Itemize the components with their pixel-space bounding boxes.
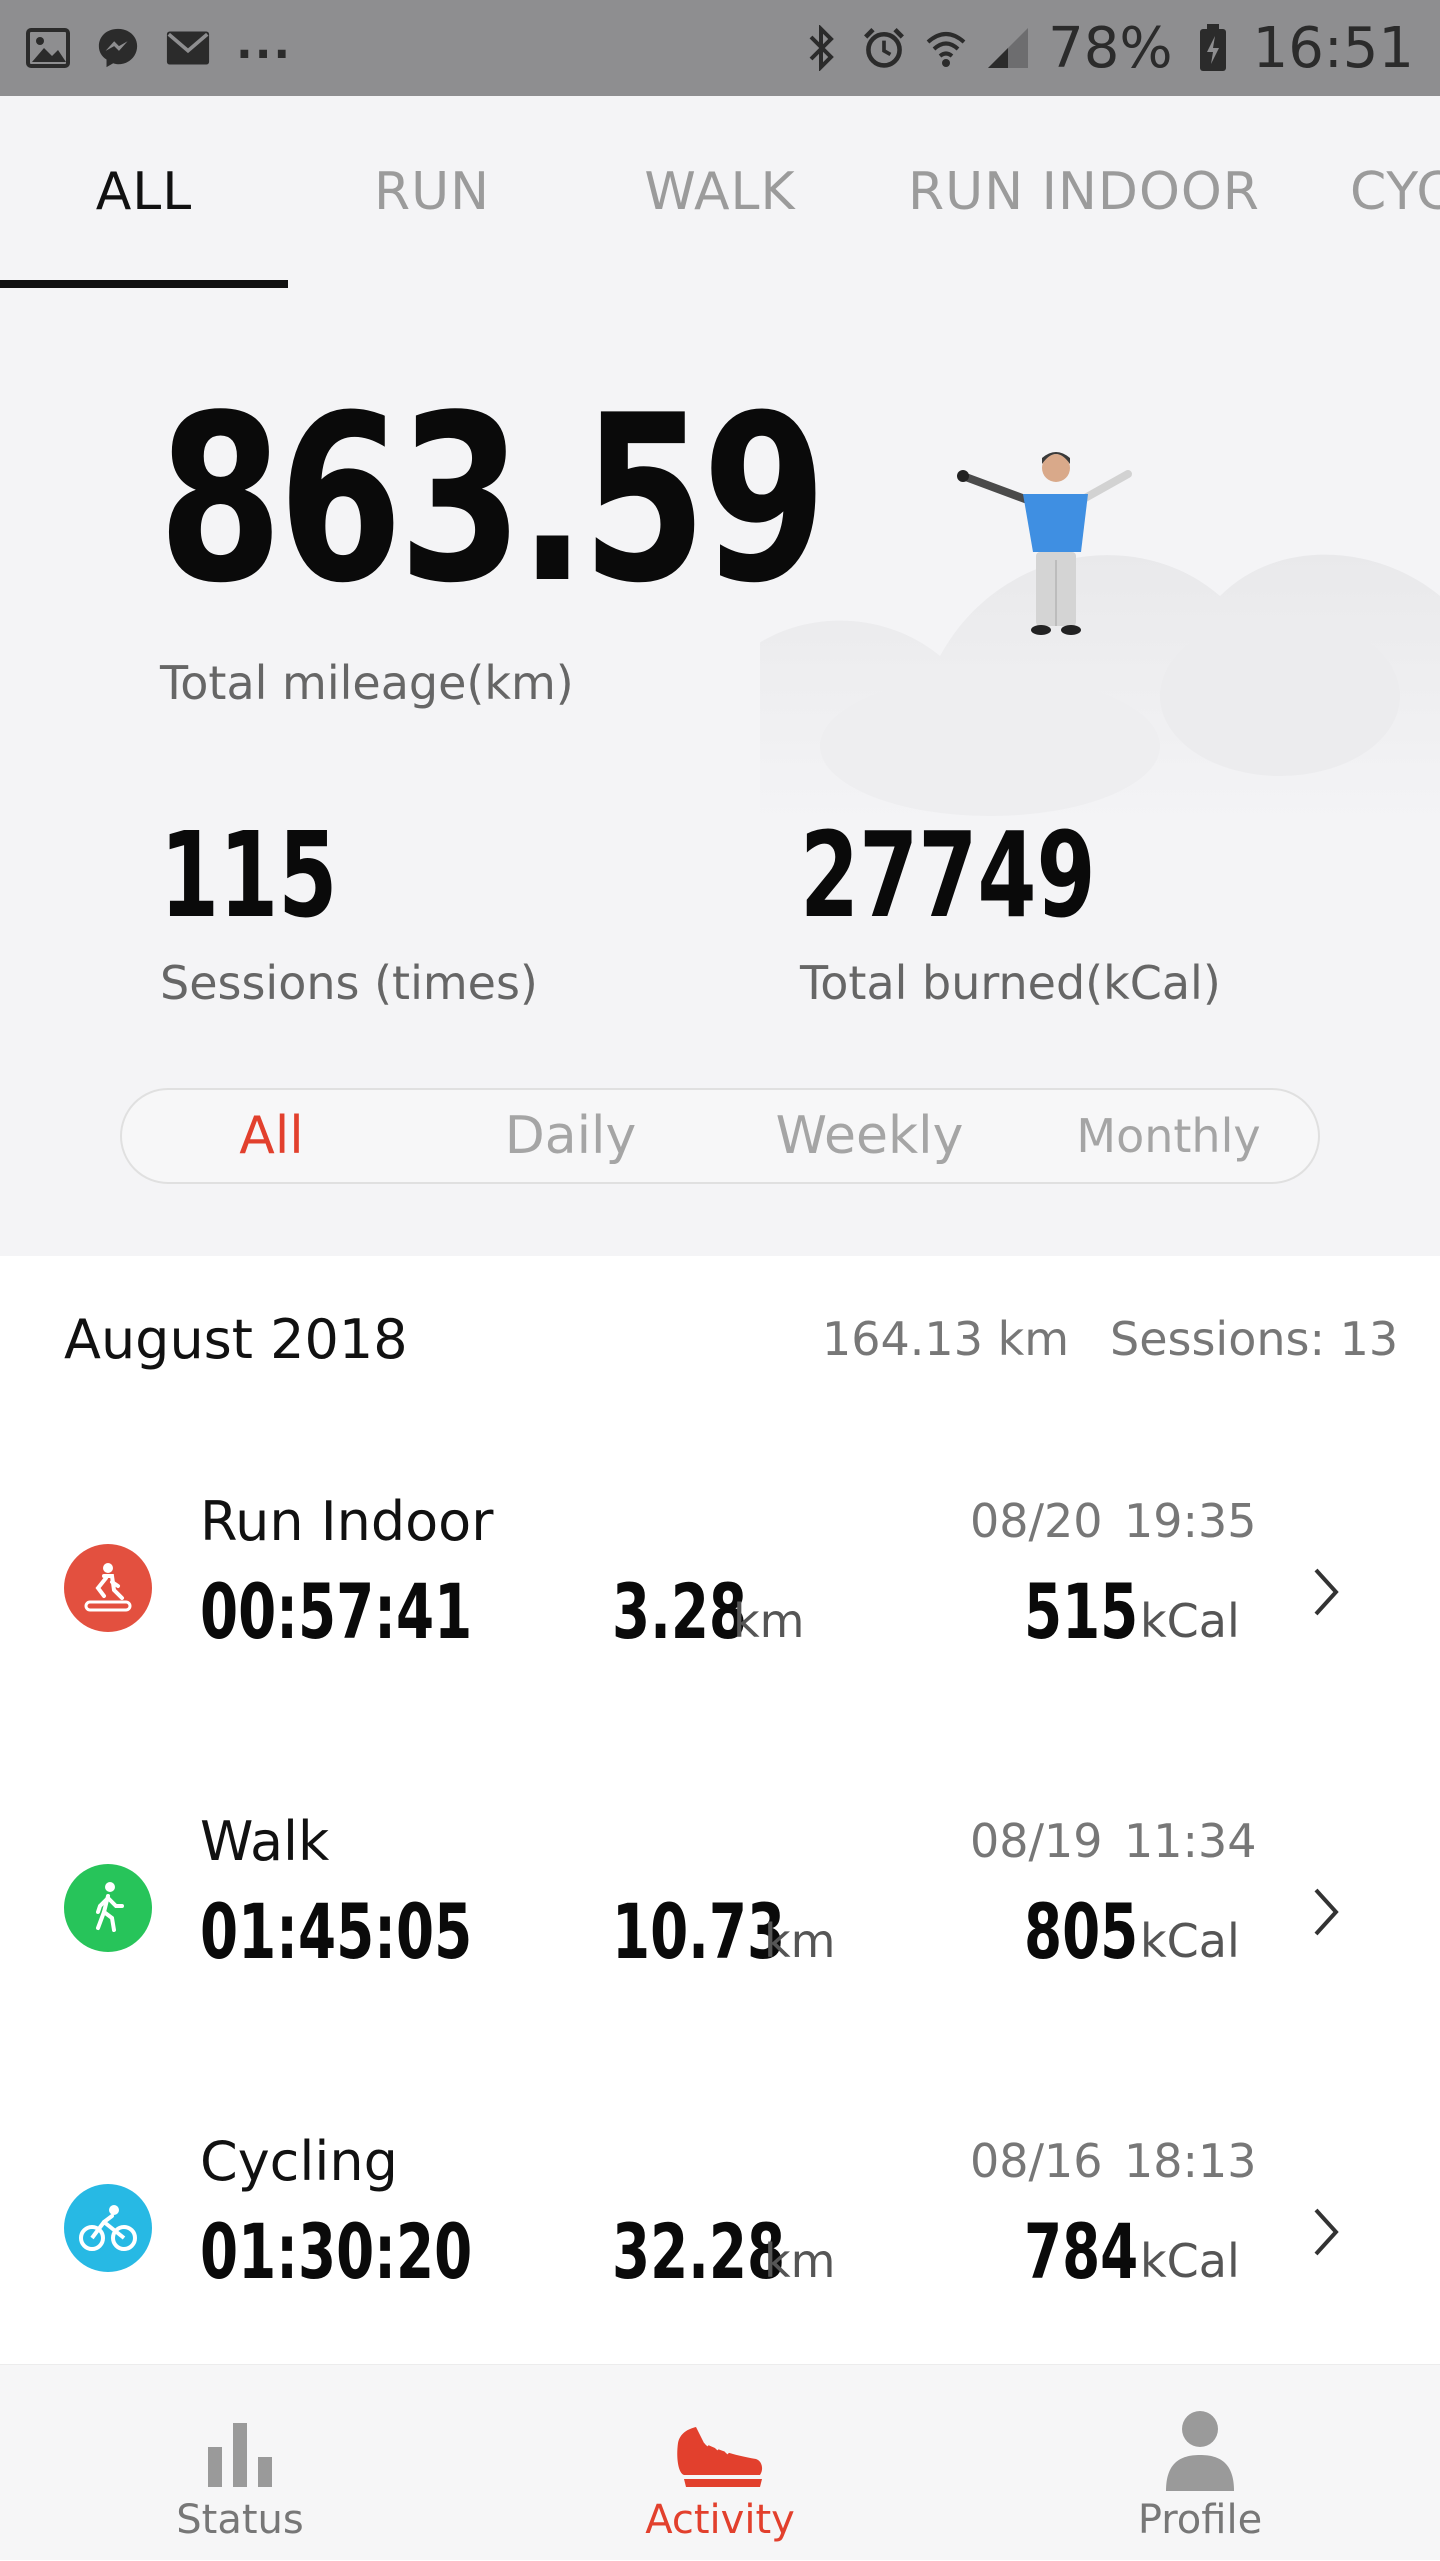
clock: 16:51 (1252, 15, 1414, 81)
activity-time: 18:13 (1124, 2134, 1257, 2188)
activity-distance: 32.28 (612, 2207, 786, 2296)
activity-date: 08/19 (970, 1814, 1103, 1868)
wifi-icon (924, 26, 968, 70)
messenger-icon (96, 26, 140, 70)
activity-duration: 00:57:41 (200, 1567, 473, 1656)
summary-panel: ALL RUN WALK RUN INDOOR CYC 863.59 Total… (0, 96, 1440, 1256)
walk-icon (64, 1864, 152, 1952)
chevron-right-icon (1314, 1888, 1339, 1936)
activity-row-walk[interactable]: Walk 08/19 11:34 01:45:05 10.73 km 805 k… (0, 1774, 1440, 2094)
total-mileage-value: 863.59 (158, 367, 827, 634)
battery-percentage: 78% (1048, 15, 1173, 81)
period-filter: All Daily Weekly Monthly (120, 1088, 1320, 1184)
activity-duration: 01:30:20 (200, 2207, 473, 2296)
celebrating-person-illustration (760, 452, 1440, 826)
nav-status-label: Status (176, 2497, 304, 2543)
distance-unit: km (764, 2234, 836, 2288)
tab-cycling[interactable]: CYC (1304, 96, 1440, 288)
filter-daily[interactable]: Daily (421, 1090, 720, 1182)
signal-icon (986, 26, 1030, 70)
bar-chart-icon (208, 2423, 272, 2487)
tab-run[interactable]: RUN (288, 96, 576, 288)
nav-activity[interactable]: Activity (570, 2365, 870, 2561)
status-bar: ... 78% 16:51 (0, 0, 1440, 96)
nav-status[interactable]: Status (90, 2365, 390, 2561)
sessions-value: 115 (160, 806, 338, 944)
battery-charging-icon (1191, 24, 1235, 71)
gallery-icon (26, 26, 70, 70)
alarm-icon (862, 26, 906, 70)
activity-type-tabs: ALL RUN WALK RUN INDOOR CYC (0, 96, 1440, 288)
tab-all[interactable]: ALL (0, 96, 288, 288)
total-mileage-label: Total mileage(km) (160, 656, 574, 710)
distance-unit: km (733, 1594, 805, 1648)
bluetooth-icon (800, 25, 844, 71)
person-icon (1166, 2411, 1234, 2491)
activity-date: 08/16 (970, 2134, 1103, 2188)
activity-distance: 3.28 (612, 1567, 748, 1656)
bicycle-icon (64, 2184, 152, 2272)
activity-time: 19:35 (1124, 1494, 1257, 1548)
sessions-label: Sessions (times) (160, 956, 538, 1010)
activity-name: Run Indoor (200, 1490, 494, 1553)
filter-monthly[interactable]: Monthly (1019, 1090, 1318, 1182)
nav-activity-label: Activity (645, 2497, 795, 2543)
total-burned-label: Total burned(kCal) (800, 956, 1221, 1010)
active-tab-indicator (0, 280, 288, 288)
activity-distance: 10.73 (612, 1887, 786, 1976)
tab-walk[interactable]: WALK (576, 96, 864, 288)
calories-unit: kCal (1140, 2234, 1240, 2288)
activity-list: August 2018 164.13 km Sessions: 13 Run I… (0, 1256, 1440, 2360)
treadmill-icon (64, 1544, 152, 1632)
month-title: August 2018 (64, 1308, 408, 1371)
mail-icon (166, 26, 210, 70)
activity-calories: 515 (1024, 1567, 1139, 1656)
month-distance: 164.13 km (822, 1312, 1070, 1366)
chevron-right-icon (1314, 1568, 1339, 1616)
month-sessions: Sessions: 13 (1110, 1312, 1399, 1366)
calories-unit: kCal (1140, 1914, 1240, 1968)
nav-profile-label: Profile (1137, 2497, 1263, 2543)
activity-time: 11:34 (1124, 1814, 1257, 1868)
nav-profile[interactable]: Profile (1050, 2365, 1350, 2561)
more-notifications: ... (236, 17, 293, 69)
activity-calories: 784 (1024, 2207, 1139, 2296)
activity-name: Walk (200, 1810, 330, 1873)
distance-unit: km (764, 1914, 836, 1968)
tab-run-indoor[interactable]: RUN INDOOR (864, 96, 1304, 288)
activity-date: 08/20 (970, 1494, 1103, 1548)
total-burned-value: 27749 (800, 806, 1096, 944)
activity-name: Cycling (200, 2130, 398, 2193)
activity-duration: 01:45:05 (200, 1887, 473, 1976)
shoe-icon (677, 2427, 763, 2487)
bottom-navigation: Status Activity Profile (0, 2364, 1440, 2560)
activity-row-run-indoor[interactable]: Run Indoor 08/20 19:35 00:57:41 3.28 km … (0, 1454, 1440, 1774)
activity-calories: 805 (1024, 1887, 1139, 1976)
filter-all[interactable]: All (122, 1090, 421, 1182)
filter-weekly[interactable]: Weekly (720, 1090, 1019, 1182)
calories-unit: kCal (1140, 1594, 1240, 1648)
chevron-right-icon (1314, 2208, 1339, 2256)
